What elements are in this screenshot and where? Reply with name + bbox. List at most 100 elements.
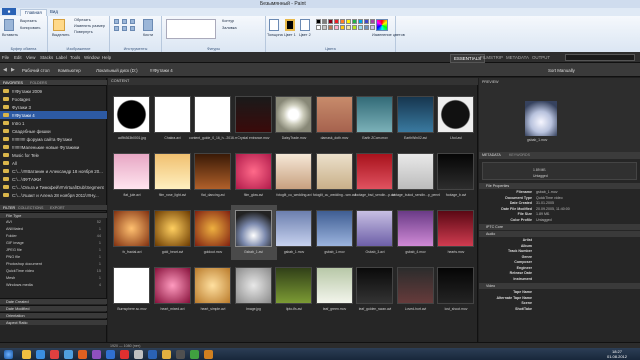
color1-swatch[interactable]	[285, 19, 295, 31]
filter-row[interactable]: AVI 52	[0, 219, 107, 226]
thumbnail[interactable]	[234, 96, 272, 133]
palette-swatch[interactable]	[358, 25, 363, 30]
filter-section-file-type[interactable]: File Type	[0, 212, 107, 218]
taskbar-app-icon[interactable]	[22, 350, 31, 359]
select-button[interactable]: Выделить	[52, 33, 70, 37]
copy-button[interactable]: Копировать	[20, 26, 40, 30]
folder-item[interactable]: All	[0, 159, 107, 167]
tab-folders[interactable]: FOLDERS	[30, 81, 47, 85]
thumbnail[interactable]	[356, 96, 393, 133]
picker-icon[interactable]	[122, 26, 127, 31]
palette-swatch[interactable]	[316, 25, 321, 30]
tab-metadata[interactable]: METADATA	[482, 153, 501, 157]
thumbnail[interactable]	[437, 153, 474, 190]
thumbnail[interactable]	[194, 267, 231, 304]
menu-stacks[interactable]: Stacks	[40, 55, 53, 60]
taskbar-app-icon[interactable]	[50, 350, 59, 359]
palette-swatch[interactable]	[352, 25, 357, 30]
taskbar-app-icon[interactable]	[162, 350, 171, 359]
pencil-icon[interactable]	[114, 19, 119, 24]
thumbnail[interactable]	[194, 210, 231, 247]
palette-swatch[interactable]	[358, 19, 363, 24]
palette-swatch[interactable]	[340, 19, 345, 24]
select-icon[interactable]	[53, 19, 65, 31]
thumbnail[interactable]	[234, 210, 272, 247]
menu-edit[interactable]: Edit	[14, 55, 22, 60]
palette-swatch[interactable]	[322, 19, 327, 24]
fill-icon[interactable]	[122, 19, 127, 24]
crop-button[interactable]: Обрезать	[74, 18, 91, 22]
thumbnail[interactable]	[275, 210, 312, 247]
resize-button[interactable]: Изменить размер	[74, 24, 105, 28]
filter-row[interactable]: PNG file 1	[0, 254, 107, 261]
paste-icon[interactable]	[4, 19, 14, 31]
thumbnail[interactable]	[113, 267, 150, 304]
preview-tab[interactable]: PREVIEW	[482, 80, 499, 84]
back-arrow-icon[interactable]: ◀	[3, 67, 9, 73]
folder-item[interactable]: C:\...\!!!!Ватанин и Александр 18 ноября…	[0, 167, 107, 175]
thumbnail[interactable]	[315, 96, 353, 133]
thumbnail[interactable]	[234, 153, 272, 190]
metadata-section[interactable]: File Properties	[479, 183, 640, 189]
edit-colors-icon[interactable]	[376, 19, 388, 31]
folder-item[interactable]: C:\...\Ольга и Тимофей\!!!Virtual\Dub\Se…	[0, 183, 107, 191]
taskbar-app-icon[interactable]	[176, 350, 185, 359]
taskbar-app-icon[interactable]	[92, 350, 101, 359]
filter-row[interactable]: QuickTime video 15	[0, 268, 107, 275]
fill-button[interactable]: Заливка	[222, 26, 237, 30]
palette-swatch[interactable]	[334, 25, 339, 30]
folder-item[interactable]: C:\...\ФУТАЖИ	[0, 175, 107, 183]
edit-colors-button[interactable]: Изменение цветов	[372, 33, 405, 37]
filter-section[interactable]: Date Modified	[0, 305, 107, 311]
palette-swatch[interactable]	[370, 19, 375, 24]
thumbnail[interactable]	[153, 210, 191, 247]
metadata-section[interactable]: Audio	[479, 231, 640, 237]
filter-row[interactable]: ANIMated 1	[0, 226, 107, 233]
brushes-button[interactable]: Кисти	[143, 33, 153, 37]
outline-button[interactable]: Контур	[222, 19, 234, 23]
menu-tools[interactable]: Tools	[70, 55, 80, 60]
thumbnail[interactable]	[113, 96, 150, 133]
palette-swatch[interactable]	[346, 25, 351, 30]
folder-item[interactable]: Свадебные фишки	[0, 127, 107, 135]
thumbnail[interactable]	[396, 96, 434, 133]
taskbar-app-icon[interactable]	[36, 350, 45, 359]
taskbar-app-icon[interactable]	[64, 350, 73, 359]
tab-filter[interactable]: FILTER	[3, 206, 15, 210]
system-clock[interactable]: 18:27 01.08.2012	[600, 349, 634, 359]
menu-file[interactable]: File	[2, 55, 9, 60]
palette-swatch[interactable]	[346, 19, 351, 24]
thumbnail[interactable]	[153, 153, 191, 190]
content-tab-label[interactable]: CONTENT	[111, 79, 129, 83]
palette-swatch[interactable]	[352, 19, 357, 24]
filter-row[interactable]: Folder 44	[0, 233, 107, 240]
thumbnail[interactable]	[153, 96, 191, 133]
search-input[interactable]	[565, 54, 635, 61]
thumbnail[interactable]	[437, 96, 474, 133]
filter-row[interactable]: GIF image 1	[0, 240, 107, 247]
thumbnail[interactable]	[315, 153, 353, 190]
magnifier-icon[interactable]	[130, 26, 135, 31]
palette-swatch[interactable]	[328, 25, 333, 30]
filter-section[interactable]: Date Created	[0, 298, 107, 304]
filter-section[interactable]: Aspect Ratio	[0, 319, 107, 325]
thumbnail[interactable]	[437, 267, 474, 304]
filter-row[interactable]: Photoshop document 1	[0, 261, 107, 268]
palette-swatch[interactable]	[340, 25, 345, 30]
breadcrumb-computer[interactable]: Компьютер	[58, 68, 81, 73]
thumbnail[interactable]	[275, 153, 312, 190]
filter-section[interactable]: Orientation	[0, 312, 107, 318]
thumbnail[interactable]	[356, 153, 393, 190]
thumbnail[interactable]	[194, 96, 231, 133]
forward-arrow-icon[interactable]: ▶	[11, 67, 17, 73]
folder-item[interactable]: !!!!!!!!!!! форума сайта Футажи	[0, 135, 107, 143]
palette-swatch[interactable]	[316, 19, 321, 24]
thumbnail[interactable]	[153, 267, 191, 304]
text-icon[interactable]	[130, 19, 135, 24]
folder-item[interactable]: Intro 1	[0, 119, 107, 127]
filter-row[interactable]: Windows media 4	[0, 282, 107, 289]
folder-item[interactable]: !!!Футажи 4	[0, 111, 107, 119]
menu-help[interactable]: Help	[102, 55, 111, 60]
thumbnail[interactable]	[315, 267, 353, 304]
taskbar-app-icon[interactable]	[190, 350, 199, 359]
